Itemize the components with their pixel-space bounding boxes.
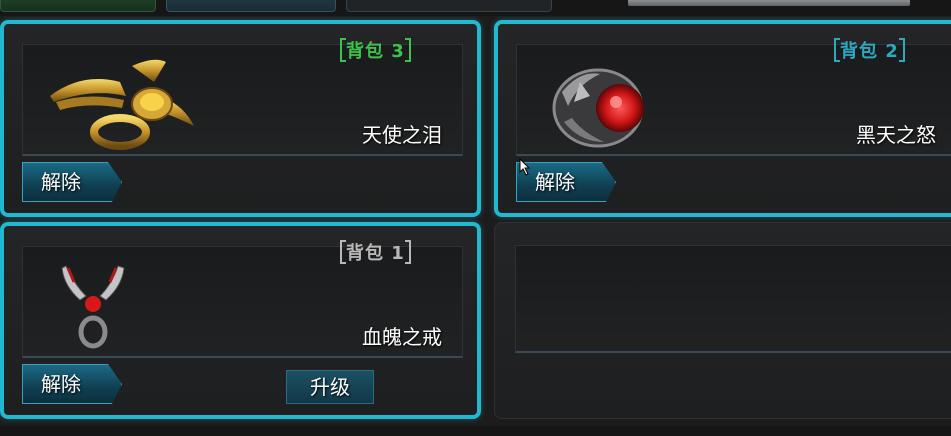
item-frame — [515, 245, 951, 353]
top-tab-strip — [0, 0, 951, 16]
blood-scythe-ring-icon — [58, 262, 128, 356]
top-scroll-bar[interactable] — [628, 0, 910, 6]
remove-button[interactable]: 解除 — [516, 162, 616, 202]
dark-red-gem-ring-icon — [550, 62, 660, 156]
upgrade-button[interactable]: 升级 — [286, 370, 374, 404]
equipment-slot-bag3[interactable]: 背包 3 天使之泪 解除 — [0, 20, 481, 217]
top-tab-blue[interactable] — [166, 0, 336, 12]
item-name: 血魄之戒 — [362, 325, 442, 349]
equipment-slot-bag1[interactable]: 背包 1 血魄之戒 解除 升级 — [0, 222, 481, 419]
top-tab-dark[interactable] — [346, 0, 552, 12]
remove-button[interactable]: 解除 — [22, 162, 122, 202]
top-tab-green[interactable] — [0, 0, 156, 12]
bag-label: 背包 1 — [340, 239, 411, 265]
equipment-slot-bag2[interactable]: 背包 2 黑天之怒 解除 — [494, 20, 951, 217]
bag-label: 背包 2 — [834, 37, 905, 63]
remove-button[interactable]: 解除 — [22, 364, 122, 404]
item-name: 黑天之怒 — [856, 123, 936, 147]
angel-wing-ring-icon — [42, 52, 202, 156]
item-name: 天使之泪 — [362, 123, 442, 147]
next-row-edge — [0, 426, 951, 436]
bag-label: 背包 3 — [340, 37, 411, 63]
mouse-pointer-icon — [519, 157, 531, 180]
equipment-slot-empty[interactable] — [494, 222, 951, 419]
